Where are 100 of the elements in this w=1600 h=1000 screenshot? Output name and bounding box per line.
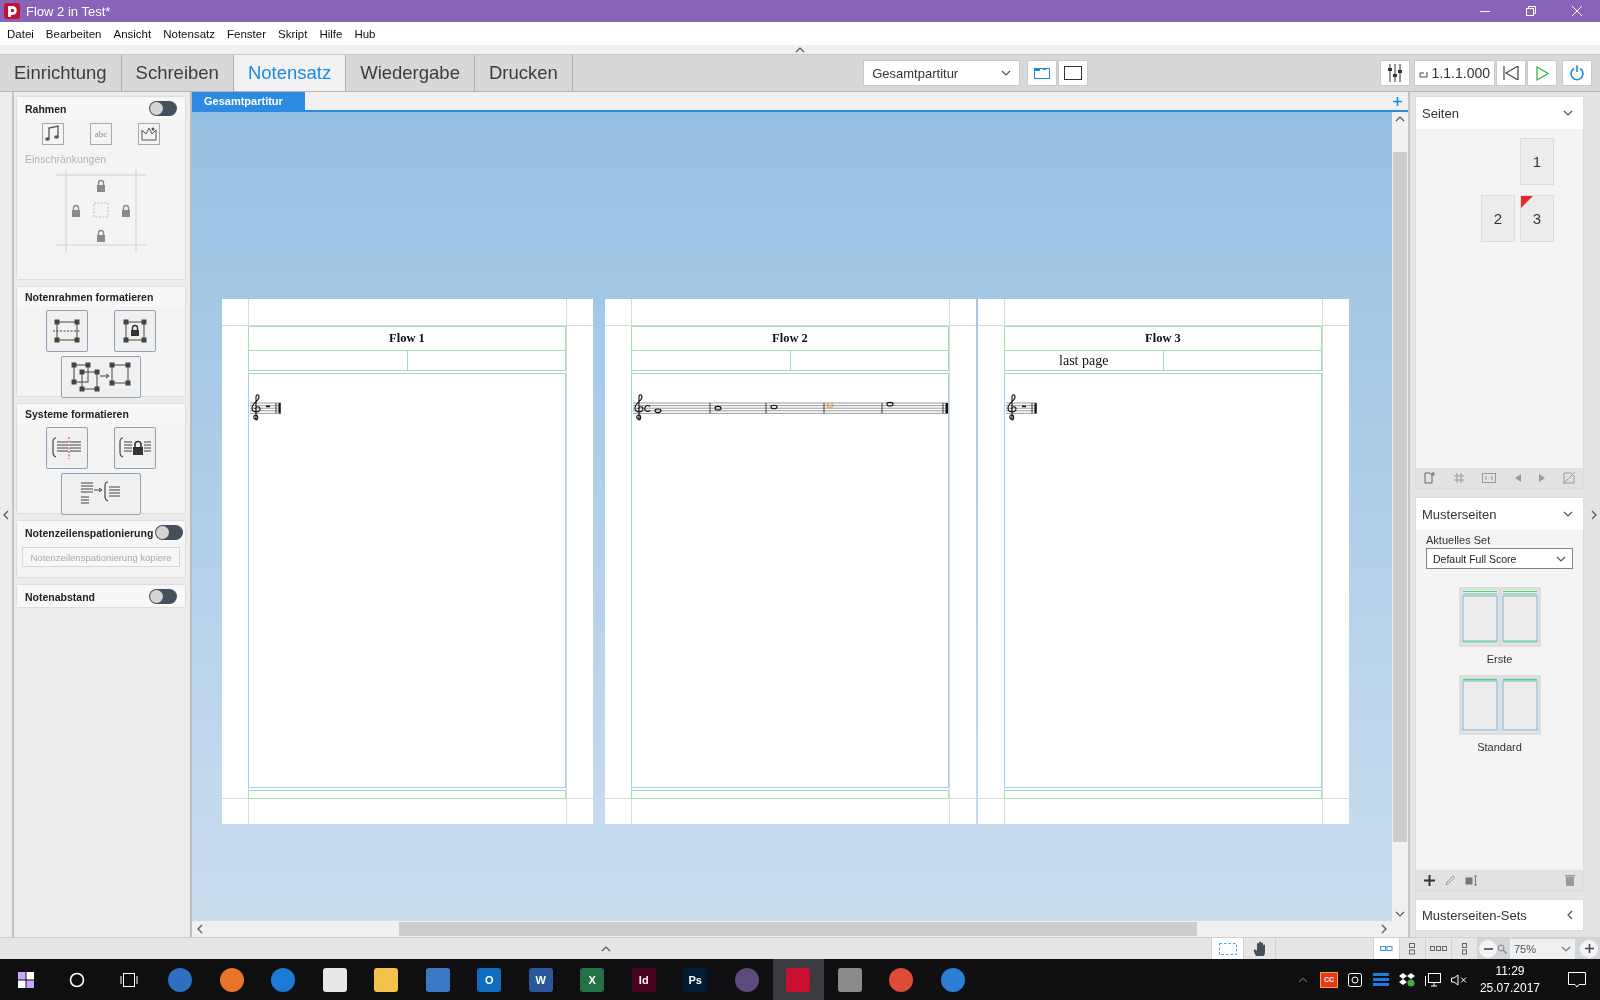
power-button[interactable] bbox=[1562, 60, 1592, 86]
scroll-right-icon bbox=[1381, 924, 1387, 934]
page-thumbnail[interactable]: 3 bbox=[1520, 195, 1554, 242]
position-value: 1.1.1.000 bbox=[1431, 65, 1490, 81]
menu-item[interactable]: Fenster bbox=[221, 27, 272, 40]
menu-item[interactable]: Hilfe bbox=[313, 27, 349, 40]
layout-tab[interactable]: Gesamtpartitur bbox=[192, 92, 305, 110]
menu-item[interactable]: Bearbeiten bbox=[39, 27, 108, 40]
zoom-in-button[interactable] bbox=[1580, 939, 1598, 958]
chevron-down-icon bbox=[1563, 511, 1573, 517]
panel-header[interactable]: Seiten bbox=[1416, 97, 1583, 129]
panel-header[interactable]: Musterseiten-Sets bbox=[1415, 899, 1584, 931]
spread-view-icon bbox=[1034, 67, 1051, 79]
search-icon[interactable] bbox=[69, 971, 86, 988]
clock-time: 11:29 bbox=[1495, 964, 1525, 978]
frame-break-icon bbox=[53, 319, 81, 343]
position-field[interactable]: 1.1.1.000 bbox=[1413, 60, 1495, 86]
panel-header[interactable]: Musterseiten bbox=[1416, 498, 1583, 530]
menu-item[interactable]: Ansicht bbox=[107, 27, 158, 40]
app-icon[interactable] bbox=[219, 967, 244, 992]
network-icon[interactable] bbox=[1424, 972, 1441, 987]
notification-icon[interactable] bbox=[1568, 971, 1586, 988]
chevron-down-icon bbox=[1563, 110, 1573, 116]
dropbox-icon[interactable] bbox=[1398, 972, 1415, 987]
toggle-switch[interactable] bbox=[149, 101, 177, 116]
master-page-thumbnail[interactable] bbox=[1458, 675, 1541, 735]
app-icon[interactable]: X bbox=[580, 967, 605, 992]
vertical-pages-icon bbox=[1409, 942, 1416, 955]
menu-item[interactable]: Skript bbox=[272, 27, 314, 40]
app-logo-icon bbox=[4, 3, 20, 19]
marquee-tool-button[interactable] bbox=[1211, 938, 1243, 959]
app-icon[interactable]: Id bbox=[631, 967, 656, 992]
taskbar-button[interactable]: Id bbox=[618, 959, 670, 1000]
collapse-caret-icon bbox=[795, 46, 805, 53]
rename-icon[interactable] bbox=[1465, 874, 1477, 886]
taskbar-button[interactable]: X bbox=[566, 959, 618, 1000]
insert-page-icon[interactable] bbox=[1424, 472, 1436, 484]
hand-icon bbox=[1252, 940, 1267, 957]
app-icon[interactable]: Ps bbox=[683, 967, 708, 992]
scroll-up-icon bbox=[1395, 116, 1405, 122]
layout-select[interactable]: Gesamtpartitur bbox=[863, 60, 1021, 86]
close-icon[interactable] bbox=[1572, 6, 1582, 16]
section-title: Rahmen bbox=[25, 102, 67, 115]
usb-icon[interactable] bbox=[1347, 972, 1362, 987]
app-icon[interactable]: O bbox=[477, 967, 502, 992]
scroll-down-icon bbox=[1395, 911, 1405, 917]
taskbar-button[interactable]: W bbox=[515, 959, 567, 1000]
chevron-left-icon bbox=[1567, 910, 1573, 920]
music-note-icon bbox=[42, 123, 64, 145]
set-select[interactable]: Default Full Score bbox=[1426, 548, 1573, 569]
taskbar-button[interactable]: Ps bbox=[669, 959, 721, 1000]
copy-spacing-button: Notenzeilenspationierung kopiere bbox=[22, 547, 180, 567]
collapse-left-icon bbox=[3, 509, 9, 520]
graphic-frame-button[interactable] bbox=[138, 123, 160, 145]
menu-item[interactable]: Datei bbox=[1, 27, 40, 40]
frame-move-button[interactable] bbox=[61, 356, 141, 398]
zoom-value: 75% bbox=[1514, 942, 1537, 955]
set-label: Aktuelles Set bbox=[1425, 533, 1492, 548]
spreads-icon bbox=[1380, 945, 1393, 952]
task-view-icon[interactable] bbox=[119, 971, 138, 988]
system-lock-icon bbox=[118, 436, 152, 460]
power-icon bbox=[1569, 65, 1585, 81]
menu-item[interactable]: Notensatz bbox=[157, 27, 221, 40]
section-title: Notenzeilenspationierung bbox=[25, 526, 154, 539]
mixer-button[interactable] bbox=[1379, 60, 1410, 86]
app-icon[interactable] bbox=[322, 967, 347, 992]
picture-frame-icon bbox=[138, 123, 160, 145]
page-view-button[interactable] bbox=[1058, 60, 1089, 86]
maximize-icon[interactable] bbox=[1526, 6, 1536, 16]
section-title: Systeme formatieren bbox=[25, 408, 129, 420]
toggle-switch[interactable] bbox=[149, 589, 177, 604]
system-break-icon bbox=[51, 436, 83, 460]
system-break-button[interactable] bbox=[46, 427, 88, 469]
page-thumbnail[interactable]: 1 bbox=[1520, 138, 1554, 185]
spread-view-button[interactable] bbox=[1027, 60, 1058, 86]
frame-break-button[interactable] bbox=[46, 310, 88, 352]
page-thumbnail[interactable]: 2 bbox=[1481, 195, 1515, 242]
system-lock-button[interactable] bbox=[114, 427, 156, 469]
horizontal-pages-icon bbox=[1430, 945, 1447, 952]
app-icon[interactable]: W bbox=[528, 967, 553, 992]
magnifier-icon bbox=[1497, 943, 1507, 954]
chevron-down-icon bbox=[1561, 945, 1571, 952]
layout-select-value: Gesamtpartitur bbox=[872, 65, 959, 81]
rewind-button[interactable] bbox=[1496, 60, 1526, 86]
windows-start-icon[interactable] bbox=[17, 971, 34, 988]
constraints-label: Einschränkungen bbox=[24, 152, 108, 167]
speaker-muted-icon[interactable] bbox=[1450, 973, 1467, 986]
frame-lock-button[interactable] bbox=[114, 310, 156, 352]
app-icon[interactable] bbox=[374, 967, 399, 992]
zoom-out-button[interactable] bbox=[1479, 939, 1497, 958]
spreads-view-button[interactable] bbox=[1373, 938, 1399, 959]
frame-lock-icon bbox=[123, 319, 147, 343]
menu-item[interactable]: Hub bbox=[348, 27, 382, 40]
single-pages-icon bbox=[1462, 942, 1467, 955]
master-page-thumbnail[interactable] bbox=[1458, 587, 1541, 647]
taskbar-button[interactable]: O bbox=[463, 959, 515, 1000]
add-icon[interactable] bbox=[1424, 874, 1435, 886]
music-frame-button[interactable] bbox=[42, 123, 64, 145]
zoom-select[interactable]: 75% bbox=[1510, 938, 1575, 959]
stack-icon[interactable] bbox=[1372, 972, 1389, 987]
